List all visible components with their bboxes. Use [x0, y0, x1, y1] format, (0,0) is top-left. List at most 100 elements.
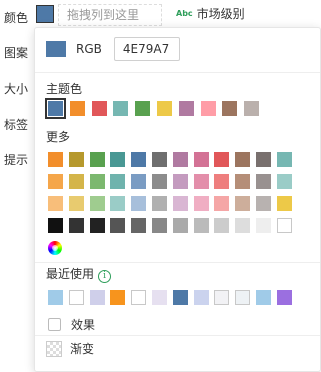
effect-option[interactable]: 效果 — [48, 316, 95, 333]
more-color-swatch[interactable] — [235, 196, 251, 211]
recent-color-swatch[interactable] — [89, 290, 105, 305]
label-size: 大小 — [4, 82, 29, 96]
more-color-swatch[interactable] — [193, 174, 209, 189]
theme-color-swatch[interactable] — [244, 101, 260, 116]
more-color-swatch[interactable] — [256, 152, 271, 167]
recent-color-swatch[interactable] — [172, 290, 188, 305]
current-color-preview — [46, 41, 66, 57]
more-color-swatch[interactable] — [235, 152, 251, 167]
more-color-swatch[interactable] — [110, 174, 126, 189]
field-name: 市场级别 — [196, 7, 245, 21]
recent-color-swatch[interactable] — [131, 290, 147, 305]
info-icon[interactable]: i — [98, 270, 112, 283]
more-color-swatch[interactable] — [131, 196, 147, 211]
recent-color-swatch[interactable] — [48, 290, 63, 305]
more-color-swatch[interactable] — [68, 218, 84, 233]
theme-color-swatch[interactable] — [157, 101, 172, 116]
theme-color-swatch[interactable] — [135, 101, 151, 116]
more-color-swatch[interactable] — [131, 152, 147, 167]
gradient-option[interactable]: 渐变 — [46, 340, 94, 357]
more-color-swatch[interactable] — [48, 218, 63, 233]
recent-color-swatch[interactable] — [235, 290, 251, 305]
label-pattern: 图案 — [4, 46, 29, 60]
more-color-swatch[interactable] — [48, 152, 63, 167]
recent-color-swatch[interactable] — [110, 290, 126, 305]
more-color-swatch[interactable] — [256, 174, 271, 189]
more-color-swatch[interactable] — [214, 196, 230, 211]
rgb-hex-input[interactable] — [113, 37, 180, 61]
recent-colors-label: 最近使用 — [46, 267, 95, 281]
recent-color-swatch[interactable] — [276, 290, 292, 305]
theme-color-swatch[interactable] — [178, 101, 194, 116]
field-market-level[interactable]: Abc 市场级别 — [176, 4, 245, 24]
gradient-icon — [46, 340, 62, 357]
drop-zone[interactable]: 拖拽列到这里 — [58, 4, 162, 26]
more-color-swatch[interactable] — [172, 196, 188, 211]
more-color-swatch[interactable] — [131, 218, 147, 233]
divider — [35, 335, 320, 336]
divider — [35, 262, 320, 263]
more-color-swatch[interactable] — [214, 152, 230, 167]
recent-color-swatch[interactable] — [214, 290, 230, 305]
more-color-swatch[interactable] — [68, 152, 84, 167]
effect-checkbox[interactable] — [48, 318, 61, 331]
more-color-swatch[interactable] — [193, 218, 209, 233]
more-color-swatch[interactable] — [152, 218, 167, 233]
more-color-swatch[interactable] — [172, 174, 188, 189]
gradient-label: 渐变 — [70, 342, 95, 356]
theme-color-swatch[interactable] — [113, 101, 129, 116]
effect-label: 效果 — [71, 318, 96, 332]
more-color-swatch[interactable] — [89, 196, 105, 211]
recent-colors-title: 最近使用 i — [46, 265, 112, 283]
theme-color-swatch[interactable] — [69, 101, 85, 116]
more-color-swatch[interactable] — [68, 196, 84, 211]
more-color-swatch[interactable] — [276, 152, 292, 167]
theme-color-swatch[interactable] — [222, 101, 238, 116]
more-color-swatch[interactable] — [110, 196, 126, 211]
more-color-swatch[interactable] — [89, 152, 105, 167]
more-color-swatch[interactable] — [172, 218, 188, 233]
more-color-swatch[interactable] — [152, 196, 167, 211]
recent-color-swatch[interactable] — [152, 290, 167, 305]
more-color-swatch[interactable] — [276, 174, 292, 189]
label-tooltip: 提示 — [4, 153, 29, 167]
more-color-swatch[interactable] — [276, 218, 292, 233]
more-color-swatch[interactable] — [256, 196, 271, 211]
theme-color-swatch[interactable] — [45, 98, 66, 119]
recent-color-swatch[interactable] — [256, 290, 271, 305]
label-tag: 标签 — [4, 118, 29, 132]
more-color-swatch[interactable] — [110, 152, 126, 167]
more-color-swatch[interactable] — [214, 174, 230, 189]
more-color-swatch[interactable] — [276, 196, 292, 211]
more-color-swatch[interactable] — [256, 218, 271, 233]
rgb-label: RGB — [76, 42, 102, 56]
more-color-swatch[interactable] — [152, 174, 167, 189]
more-color-swatch[interactable] — [214, 218, 230, 233]
more-color-swatch[interactable] — [89, 218, 105, 233]
color-swatch-button[interactable] — [36, 5, 54, 23]
theme-color-swatch[interactable] — [200, 101, 216, 116]
recent-color-swatch[interactable] — [68, 290, 84, 305]
more-color-swatch[interactable] — [193, 152, 209, 167]
recent-color-swatch[interactable] — [193, 290, 209, 305]
color-wheel-icon[interactable] — [48, 241, 62, 255]
more-color-swatch[interactable] — [110, 218, 126, 233]
more-color-swatch[interactable] — [235, 218, 251, 233]
more-color-swatch[interactable] — [89, 174, 105, 189]
label-color: 颜色 — [4, 11, 29, 25]
more-color-swatch[interactable] — [152, 152, 167, 167]
text-type-icon: Abc — [176, 9, 193, 18]
more-color-swatch[interactable] — [68, 174, 84, 189]
more-color-swatch[interactable] — [131, 174, 147, 189]
more-colors-title: 更多 — [46, 130, 71, 144]
color-picker-popup: RGB 主题色 更多 最近使用i 效果 渐变 — [34, 27, 321, 372]
rgb-row: RGB — [46, 36, 180, 62]
more-color-swatch[interactable] — [172, 152, 188, 167]
divider — [35, 72, 320, 73]
more-color-swatch[interactable] — [235, 174, 251, 189]
theme-colors-title: 主题色 — [46, 82, 83, 96]
more-color-swatch[interactable] — [48, 174, 63, 189]
theme-color-swatch[interactable] — [91, 101, 107, 116]
more-color-swatch[interactable] — [48, 196, 63, 211]
more-color-swatch[interactable] — [193, 196, 209, 211]
